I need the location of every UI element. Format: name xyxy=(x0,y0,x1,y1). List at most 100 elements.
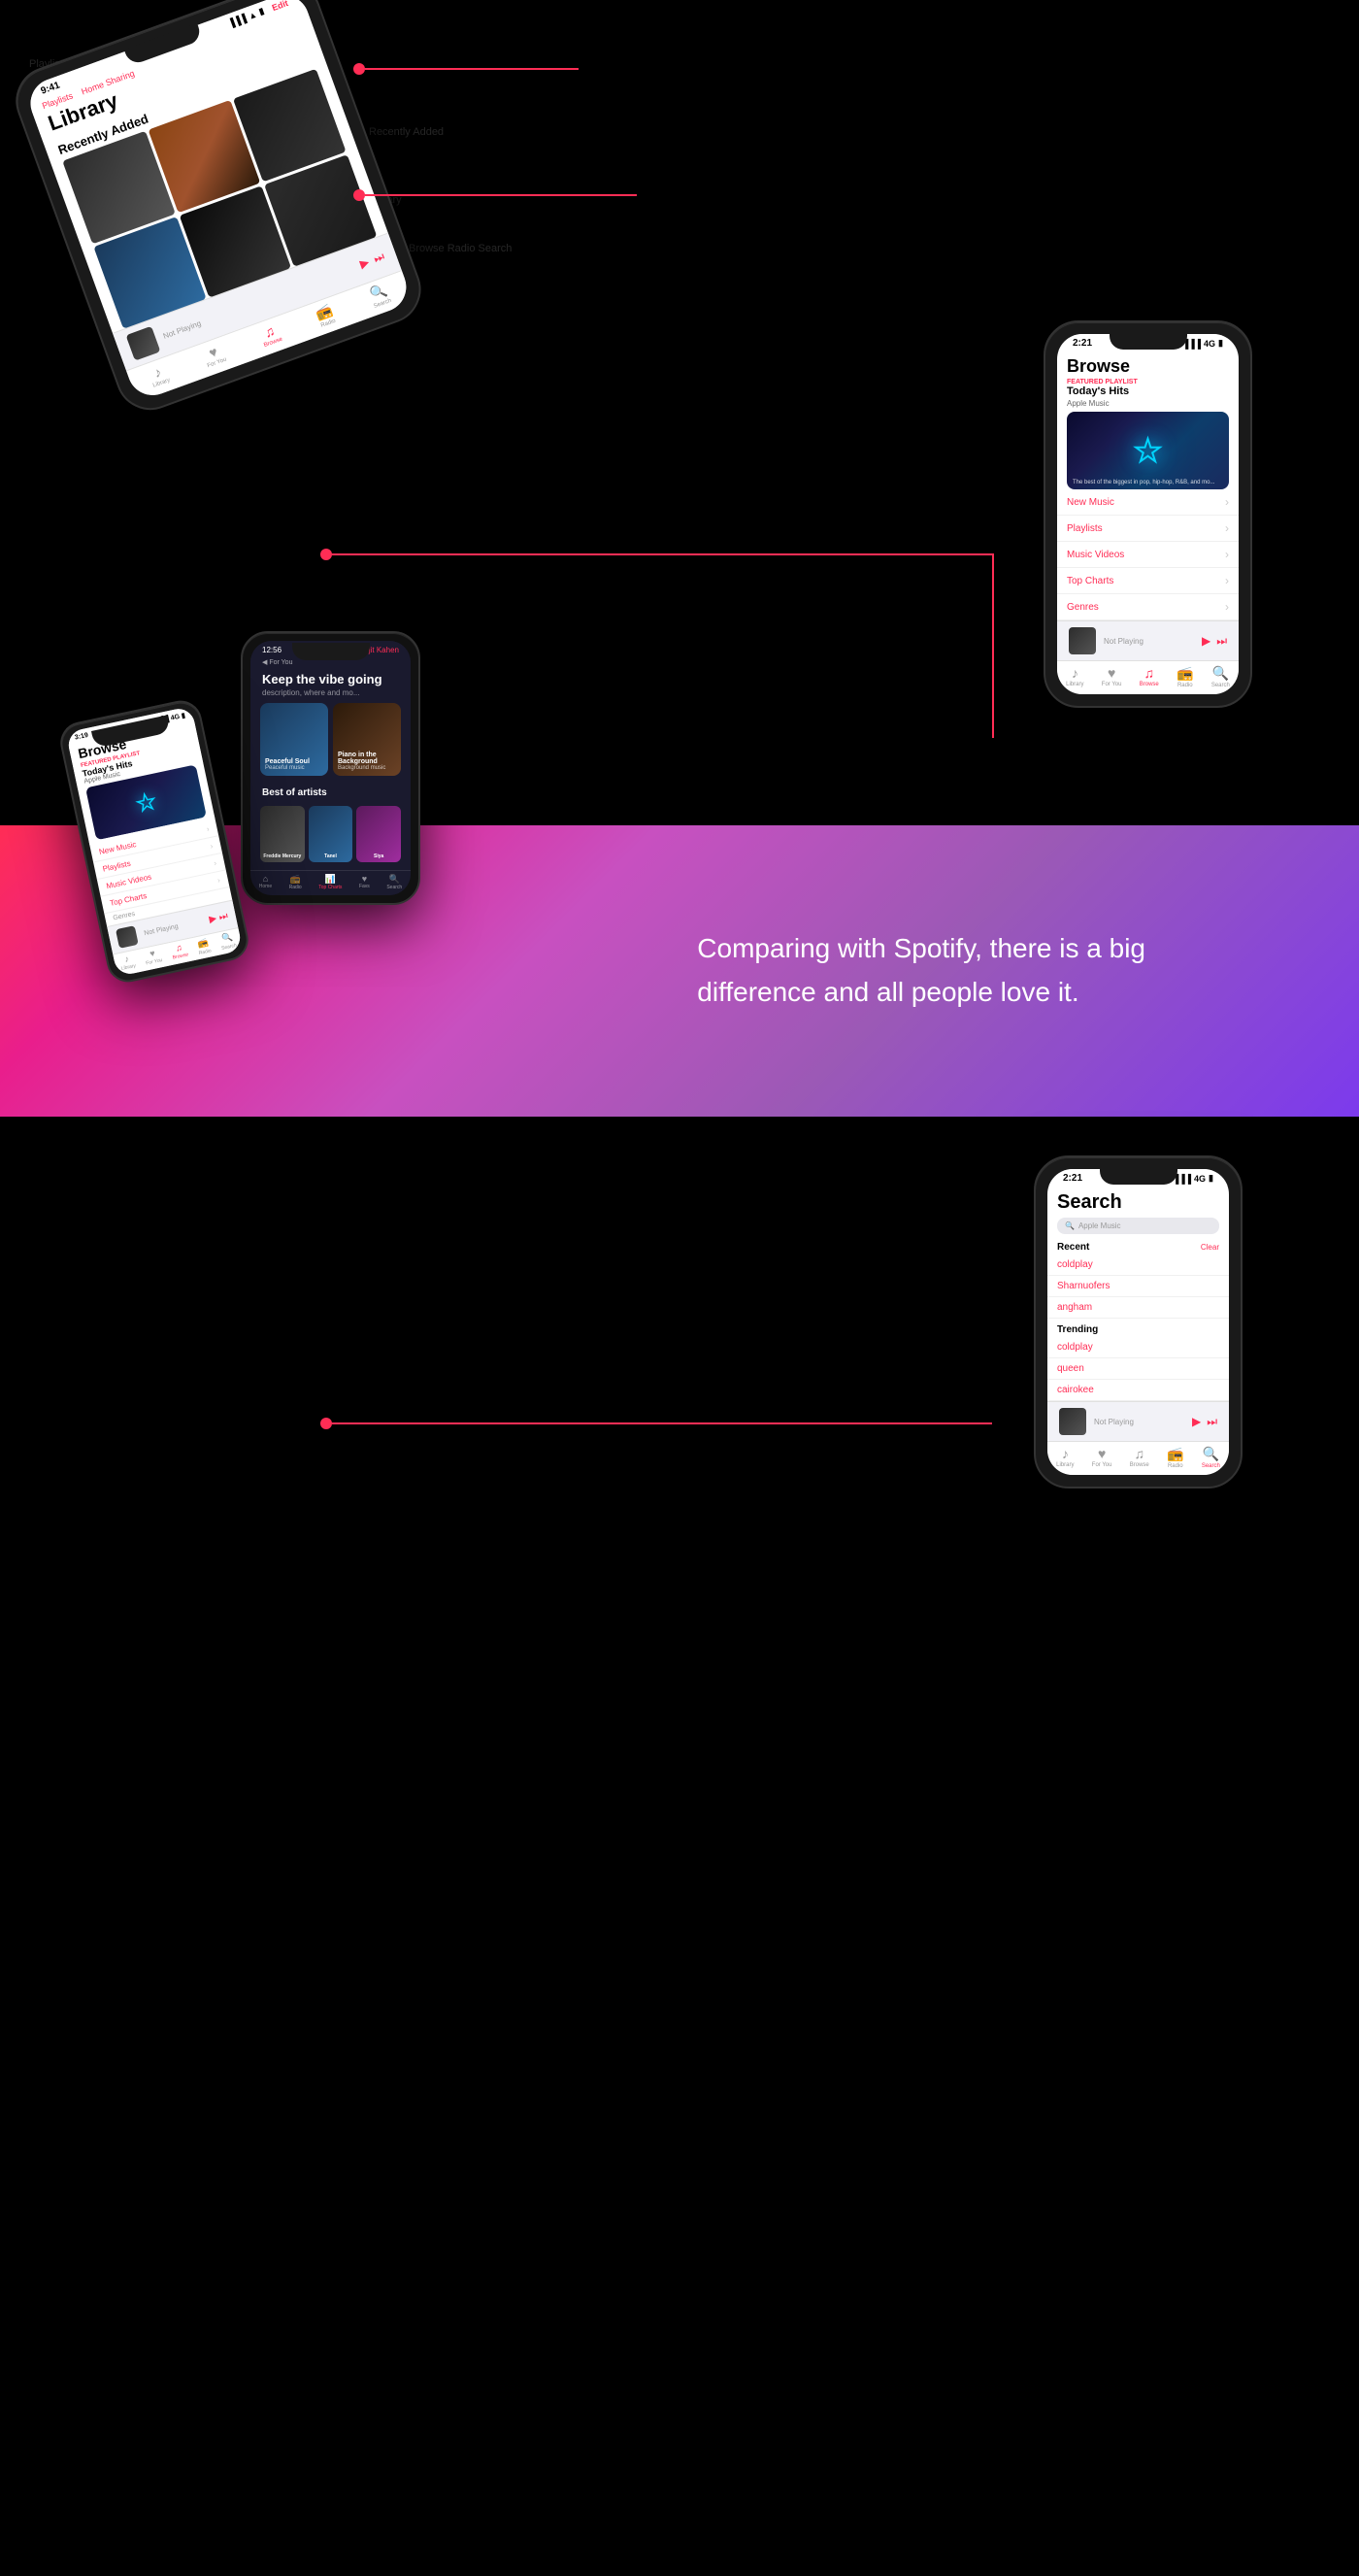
kv-signal: ▐▐▐ xyxy=(303,646,319,654)
forward-button[interactable]: ⏭ xyxy=(372,250,386,267)
clear-button[interactable]: Clear xyxy=(1201,1243,1219,1252)
annotation-line-h-3 xyxy=(332,553,992,555)
b-foryou-label: For You xyxy=(1102,682,1122,687)
kv-nav: ◀ For You xyxy=(250,656,411,668)
recent-section-label: Recent Clear xyxy=(1047,1242,1229,1255)
kv-tab-radio[interactable]: 📻Radio xyxy=(289,874,302,890)
foryou-tab-icon: ♥ xyxy=(207,344,219,361)
search-input-bar[interactable]: 🔍 Apple Music xyxy=(1057,1218,1219,1234)
trending-item-queen[interactable]: queen xyxy=(1047,1358,1229,1380)
st-br-icon: ♫ xyxy=(1135,1446,1145,1461)
menu-new-music[interactable]: New Music xyxy=(1057,489,1239,516)
tab-search[interactable]: 🔍 Search xyxy=(367,282,392,310)
browse-tab-foryou[interactable]: ♥ For You xyxy=(1102,665,1122,688)
s-ra-icon: 📻 xyxy=(197,937,210,950)
menu-playlists[interactable]: Playlists xyxy=(1057,516,1239,542)
kv-header: Keep the vibe going xyxy=(250,668,411,688)
play-button[interactable]: ▶ xyxy=(358,254,372,271)
search-statusbar: 2:21 ▐▐▐ 4G ▮ xyxy=(1047,1169,1229,1186)
kv-cards: Peaceful Soul Peaceful music Piano in th… xyxy=(250,703,411,784)
s-tab-foryou[interactable]: ♥For You xyxy=(144,947,164,967)
annotation-line-4 xyxy=(332,1422,992,1424)
menu-music-videos[interactable]: Music Videos xyxy=(1057,542,1239,568)
browse-fwd-btn[interactable]: ⏭ xyxy=(1216,634,1227,649)
kv-artist-1[interactable]: Freddie Mercury xyxy=(260,806,305,862)
browse-now-playing: Not Playing ▶ ⏭ xyxy=(1057,620,1239,660)
kv-wifi: ▲ xyxy=(322,646,330,654)
kv-card-2[interactable]: Piano in the Background Background music xyxy=(333,703,401,776)
search-status-icons: ▐▐▐ 4G ▮ xyxy=(1173,1173,1213,1184)
search-tab-browse[interactable]: ♫ Browse xyxy=(1130,1446,1149,1469)
browse-tab-browse[interactable]: ♫ Browse xyxy=(1140,665,1159,688)
browse-tab-library[interactable]: ♪ Library xyxy=(1066,665,1083,688)
browse-hero-image[interactable]: ★ The best of the biggest in pop, hip-ho… xyxy=(1067,412,1229,489)
recent-item-coldplay[interactable]: coldplay xyxy=(1047,1255,1229,1276)
kv-tab-home[interactable]: ⌂Home xyxy=(259,874,272,890)
s-se-icon: 🔍 xyxy=(220,932,233,945)
tab-foryou[interactable]: ♥ For You xyxy=(201,342,228,371)
b-library-label: Library xyxy=(1066,682,1083,687)
s-tab-radio[interactable]: 📻Radio xyxy=(196,937,213,956)
menu-genres[interactable]: Genres xyxy=(1057,594,1239,620)
recent-item-angham[interactable]: angham xyxy=(1047,1297,1229,1319)
s-tab-browse[interactable]: ♫Browse xyxy=(170,942,189,962)
browse-np-title: Not Playing xyxy=(1104,637,1194,646)
tab-foryou-label: For You xyxy=(207,357,227,370)
search-play-btn[interactable]: ▶ xyxy=(1192,1415,1201,1429)
browse-tab-radio[interactable]: 📻 Radio xyxy=(1177,665,1193,688)
kv-tab-charts[interactable]: 📊Top Charts xyxy=(318,874,342,890)
section-3: 2:21 ▐▐▐ 4G ▮ Search 🔍 Apple Music xyxy=(0,1117,1359,1602)
search-battery-icon: ▮ xyxy=(1209,1173,1213,1184)
trending-item-cairokee[interactable]: cairokee xyxy=(1047,1380,1229,1401)
tab-bar-browse: ♪ Library ♥ For You ♫ Browse 📻 xyxy=(1057,660,1239,694)
st-lib-label: Library xyxy=(1056,1462,1074,1468)
library-tab-icon: ♪ xyxy=(151,364,163,381)
browse-status-time: 2:21 xyxy=(1073,338,1092,349)
recent-item-sharnuofers[interactable]: Sharnuofers xyxy=(1047,1276,1229,1297)
annotation-dot-3 xyxy=(320,549,332,560)
annotation-line-2 xyxy=(365,194,637,196)
s-tab-search[interactable]: 🔍Search xyxy=(218,931,237,952)
browse-np-controls[interactable]: ▶ ⏭ xyxy=(1202,634,1227,649)
scatter-text-3: Recently Added xyxy=(369,126,444,138)
statusbar-browse: 2:21 ▐▐▐ 4G ▮ xyxy=(1057,334,1239,351)
kv-favs-icon: ♥ xyxy=(362,874,367,884)
tab-bar-search: ♪ Library ♥ For You ♫ Browse 📻 xyxy=(1047,1441,1229,1475)
kv-tab-favs[interactable]: ♥Favs xyxy=(359,874,370,890)
search-np-controls[interactable]: ▶ ⏭ xyxy=(1192,1415,1217,1429)
search-tab-radio[interactable]: 📻 Radio xyxy=(1167,1446,1183,1469)
st-fy-icon: ♥ xyxy=(1098,1446,1106,1461)
kv-card-1[interactable]: Peaceful Soul Peaceful music xyxy=(260,703,328,776)
kv-statusbar: 12:56 ▐▐▐ ▲ ▮ Arijit Kahen xyxy=(250,641,411,656)
kv-artist-3[interactable]: Siya xyxy=(356,806,401,862)
kv-card-1-label: Peaceful Soul Peaceful music xyxy=(265,758,323,771)
browse-signal-icon: ▐▐▐ xyxy=(1182,339,1201,349)
tab-library[interactable]: ♪ Library xyxy=(147,362,171,390)
search-status-time: 2:21 xyxy=(1063,1173,1082,1184)
kv-tab-search[interactable]: 🔍Search xyxy=(386,874,402,890)
b-foryou-icon: ♥ xyxy=(1108,665,1115,681)
search-tab-search[interactable]: 🔍 Search xyxy=(1202,1446,1220,1469)
s-lib-icon: ♪ xyxy=(123,953,129,964)
trending-item-coldplay[interactable]: coldplay xyxy=(1047,1337,1229,1358)
np-controls[interactable]: ▶ ⏭ xyxy=(358,250,387,272)
search-tab-library[interactable]: ♪ Library xyxy=(1056,1446,1074,1469)
hero-star-icon: ★ xyxy=(1134,432,1162,469)
search-tab-foryou[interactable]: ♥ For You xyxy=(1092,1446,1112,1469)
browse-play-btn[interactable]: ▶ xyxy=(1202,634,1210,649)
small-np-controls[interactable]: ▶ ⏭ xyxy=(208,911,228,925)
tab-library-label: Library xyxy=(152,378,171,389)
kv-artist-2[interactable]: Tanel xyxy=(309,806,353,862)
tab-browse[interactable]: ♫ Browse xyxy=(257,321,283,350)
kv-card-2-label: Piano in the Background Background music xyxy=(338,752,396,771)
tab-radio[interactable]: 📻 Radio xyxy=(314,302,338,330)
b-radio-icon: 📻 xyxy=(1177,665,1193,682)
s-br-icon: ♫ xyxy=(175,943,183,953)
search-fwd-btn[interactable]: ⏭ xyxy=(1207,1415,1217,1429)
browse-wifi-icon: 4G xyxy=(1204,339,1215,349)
gradient-text-line1: Comparing with Spotify, there is a big xyxy=(697,927,1145,971)
menu-top-charts[interactable]: Top Charts xyxy=(1057,568,1239,594)
browse-status-icons: ▐▐▐ 4G ▮ xyxy=(1182,338,1223,349)
browse-tab-search[interactable]: 🔍 Search xyxy=(1211,665,1230,688)
s-tab-library[interactable]: ♪Library xyxy=(118,953,137,973)
